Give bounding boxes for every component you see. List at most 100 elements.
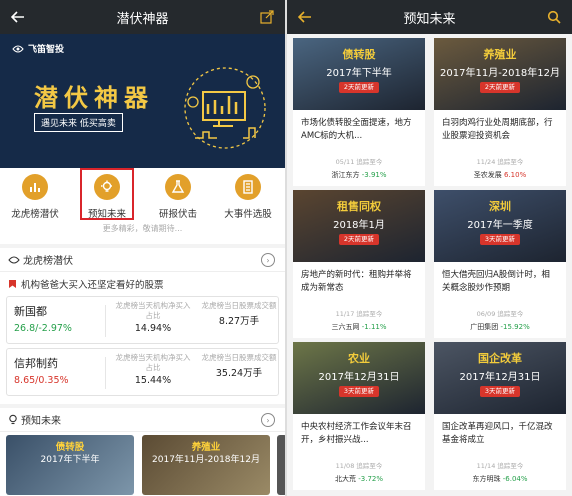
section-header[interactable]: 预知未来 › [0, 408, 285, 432]
card-stock: 三六五网 -1.11% [293, 322, 425, 332]
card-category: 农业 [348, 352, 370, 365]
card-date: 2017年一季度 [467, 220, 533, 231]
trade-volume: 龙虎榜当日股票成交额 35.24万手 [199, 353, 279, 379]
section-subtitle: 机构爸爸大买入还坚定看好的股票 [0, 272, 285, 296]
forecast-card[interactable]: 国企改革 2017年12月31日 3天前更新 国企改革再迎风口，千亿混改基金将成立 11… [434, 342, 566, 490]
stock-name: 东方明珠 [472, 475, 501, 483]
institution-ratio: 龙虎榜当天机构净买入占比 15.44% [113, 353, 193, 386]
stat-label: 龙虎榜当天机构净买入占比 [115, 353, 191, 372]
stock-change: -3.91% [361, 171, 387, 179]
monitor-illustration-icon [184, 67, 266, 149]
card-category: 国企改革 [478, 352, 522, 365]
divider [105, 357, 106, 389]
page-title: 预知未来 [403, 11, 456, 27]
stock-change: -15.92% [500, 323, 530, 331]
stat-value: 14.94% [134, 323, 172, 334]
card-description: 恒大借壳回归A股倒计时，相关概念股炒作预期 [442, 270, 550, 293]
brand-icon [12, 45, 24, 52]
card-date: 2018年1月 [333, 220, 385, 231]
thumb-date: 2017年下半年 [40, 455, 100, 465]
stat-label: 龙虎榜当日股票成交额 [201, 353, 277, 362]
card-tracking-date: 11/17 追踪至今 [335, 310, 383, 318]
card-stock: 浙江东方 -3.91% [293, 170, 425, 180]
more-hint: 更多精彩，敬请期待... [102, 224, 183, 233]
banner-slogan: 遇见未来 低买高卖 [34, 113, 123, 132]
forecast-thumb[interactable]: 养殖业 2017年11月-2018年12月 [142, 435, 270, 495]
right-screen: 预知未来 债转股 2017年下半年 2天前更新 市场化债转股全面提速，地方AMC标的大… [287, 0, 572, 496]
thumb-date: 2017年11月-2018年12月 [152, 455, 260, 465]
card-description: 房地产的新时代：租购并举将成为新常态 [301, 270, 412, 293]
stock-change: -3.72% [358, 475, 383, 483]
tool-label: 预知未来 [87, 209, 126, 220]
card-image: 租售同权 2018年1月 2天前更新 [293, 190, 425, 262]
card-date: 2017年12月31日 [318, 372, 400, 383]
tool-research[interactable]: 研报伏击 [148, 174, 208, 220]
brand-logo: 飞笛智投 [12, 42, 64, 55]
forecast-thumb-partial [277, 435, 285, 495]
card-category: 养殖业 [483, 48, 517, 61]
card-description: 白羽肉鸡行业处周期底部，行业股票迎投资机会 [442, 118, 553, 141]
stock-name: 圣农发展 [473, 171, 502, 179]
stock-price: 8.65/0.35% [14, 375, 69, 386]
update-badge: 3天前更新 [480, 386, 520, 397]
card-category: 深圳 [489, 200, 511, 213]
forecast-card[interactable]: 农业 2017年12月31日 3天前更新 中央农村经济工作会议年末召开，乡村振兴战..… [293, 342, 425, 490]
card-stock: 北大荒 -3.72% [293, 474, 425, 484]
card-image: 债转股 2017年下半年 2天前更新 [293, 38, 425, 110]
trade-volume: 龙虎榜当日股票成交额 8.27万手 [199, 301, 279, 327]
stock-name: 广田集团 [470, 323, 499, 331]
update-badge: 2天前更新 [339, 234, 379, 245]
forecast-section: 预知未来 › 债转股 2017年下半年 养殖业 2017年11月-2018年12… [0, 408, 285, 496]
update-badge: 3天前更新 [480, 234, 520, 245]
stock-change: -1.11% [361, 323, 387, 331]
stat-value: 35.24万手 [215, 368, 263, 379]
tool-label: 研报伏击 [158, 209, 197, 220]
bookmark-icon [9, 280, 16, 288]
tool-dragon-list[interactable]: 龙虎榜潜伏 [5, 174, 65, 220]
dragon-section: 龙虎榜潜伏 › 机构爸爸大买入还坚定看好的股票 新国都 26.8/-2.97% … [0, 248, 285, 404]
brand-mark-icon [8, 256, 20, 263]
stat-value: 8.27万手 [218, 316, 260, 327]
stat-label: 龙虎榜当日股票成交额 [201, 301, 277, 310]
tool-label: 龙虎榜潜伏 [11, 209, 59, 220]
divider [105, 305, 106, 337]
tool-grid: 龙虎榜潜伏 预知未来 研报伏击 大事件选股 更多精彩，敬请期待... [0, 168, 285, 244]
lightbulb-icon [9, 414, 17, 425]
forecast-card[interactable]: 深圳 2017年一季度 3天前更新 恒大借壳回归A股倒计时，相关概念股炒作预期 06/0… [434, 190, 566, 338]
stock-name: 新国都 [14, 305, 47, 318]
tool-forecast[interactable]: 预知未来 [80, 168, 134, 220]
stock-card[interactable]: 新国都 26.8/-2.97% 龙虎榜当天机构净买入占比 14.94% 龙虎榜当… [6, 296, 279, 344]
chevron-right-icon[interactable]: › [261, 413, 275, 427]
stat-value: 15.44% [134, 375, 172, 386]
forecast-thumb[interactable]: 债转股 2017年下半年 [6, 435, 134, 495]
share-icon[interactable] [257, 7, 277, 27]
tool-big-event[interactable]: 大事件选股 [218, 174, 278, 220]
card-tracking-date: 11/14 追踪至今 [476, 462, 524, 470]
forecast-card[interactable]: 养殖业 2017年11月-2018年12月 2天前更新白羽肉鸡行业处周期底部，行业股… [434, 38, 566, 186]
stock-price: 26.8/-2.97% [14, 323, 72, 334]
hero-banner: 飞笛智投 潜伏神器 遇见未来 低买高卖 [0, 34, 285, 168]
card-date: 2017年下半年 [326, 68, 392, 79]
flask-icon [165, 174, 191, 200]
card-category: 债转股 [342, 48, 376, 61]
forecast-card[interactable]: 租售同权 2018年1月 2天前更新 房地产的新时代：租购并举将成为新常态 11/17 … [293, 190, 425, 338]
card-description: 市场化债转股全面提速，地方AMC标的大机... [301, 118, 412, 141]
back-arrow-icon[interactable] [295, 7, 315, 27]
section-header[interactable]: 龙虎榜潜伏 › [0, 248, 285, 272]
search-icon[interactable] [544, 7, 564, 27]
back-arrow-icon[interactable] [8, 7, 28, 27]
forecast-card[interactable]: 债转股 2017年下半年 2天前更新 市场化债转股全面提速，地方AMC标的大机... 0… [293, 38, 425, 186]
card-image: 养殖业 2017年11月-2018年12月 2天前更新 [434, 38, 566, 110]
stock-card[interactable]: 信邦制药 8.65/0.35% 龙虎榜当天机构净买入占比 15.44% 龙虎榜当… [6, 348, 279, 396]
card-image: 深圳 2017年一季度 3天前更新 [434, 190, 566, 262]
stock-name: 信邦制药 [14, 357, 58, 370]
stock-name: 浙江东方 [331, 171, 360, 179]
thumb-category: 债转股 [55, 442, 85, 453]
update-badge: 3天前更新 [339, 386, 379, 397]
update-badge: 2天前更新 [480, 82, 520, 93]
card-image: 农业 2017年12月31日 3天前更新 [293, 342, 425, 414]
card-stock: 广田集团 -15.92% [434, 322, 566, 332]
chevron-right-icon[interactable]: › [261, 253, 275, 267]
institution-ratio: 龙虎榜当天机构净买入占比 14.94% [113, 301, 193, 334]
brand-name: 飞笛智投 [28, 45, 65, 55]
